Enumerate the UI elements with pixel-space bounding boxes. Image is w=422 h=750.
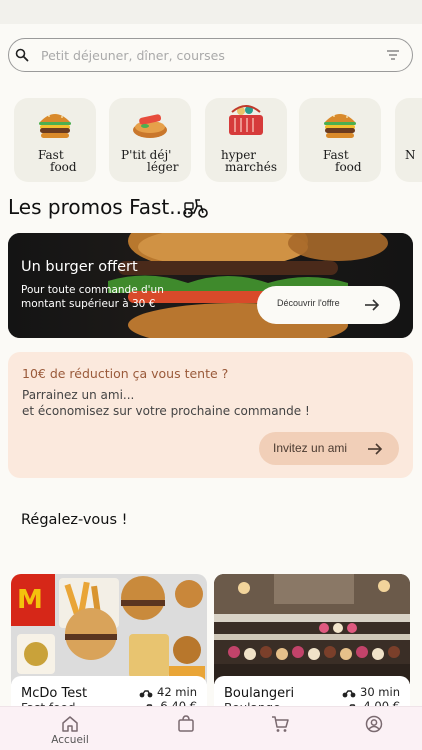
category-partial[interactable]: N (395, 98, 422, 182)
banner-description: Pour toute commande d'un montant supérie… (21, 284, 164, 310)
bottom-navigation: Accueil (0, 706, 422, 750)
restaurant-name: Boulangeri (224, 686, 295, 701)
discover-offer-label: Découvrir l'offre (277, 298, 340, 308)
referral-line2: et économisez sur votre prochaine comman… (22, 404, 310, 418)
discover-offer-button[interactable]: Découvrir l'offre (257, 286, 400, 324)
breakfast-icon (133, 114, 167, 138)
restaurant-name: McDo Test (21, 686, 88, 701)
promo-banner[interactable]: Un burger offert Pour toute commande d'u… (8, 233, 413, 338)
restaurant-card-mcdo[interactable]: M McDo Test Fast food 42 min 6.40 € (11, 574, 207, 724)
restaurant-photo: M (11, 574, 207, 684)
home-icon (62, 716, 78, 732)
referral-heading: 10€ de réduction ça vous tente ? (22, 366, 229, 381)
nav-profile[interactable] (339, 707, 409, 750)
arrow-right-icon (365, 299, 380, 311)
basket-icon (229, 105, 263, 135)
svg-text:M: M (17, 585, 43, 615)
delivery-time: 42 min (139, 685, 197, 699)
delivery-time-value: 30 min (360, 685, 400, 699)
bag-icon (178, 715, 194, 732)
motorbike-icon (139, 690, 153, 698)
scooter-icon (183, 199, 208, 218)
delivery-time-value: 42 min (157, 685, 197, 699)
delivery-time: 30 min (342, 685, 400, 699)
restaurant-card-boulangerie[interactable]: Boulangeri Boulange 30 min 4.00 € (214, 574, 410, 724)
nav-orders[interactable] (151, 707, 221, 750)
category-label-line2: marchés (225, 160, 277, 174)
nav-home[interactable]: Accueil (35, 707, 105, 750)
burger-icon (324, 112, 356, 138)
search-icon (15, 48, 29, 62)
motorbike-icon (342, 690, 356, 698)
referral-line1: Parrainez un ami... (22, 388, 135, 402)
category-label-line2: food (335, 160, 362, 174)
category-hypermarches[interactable]: hyper marchés (205, 98, 287, 182)
restaurant-photo (214, 574, 410, 684)
invite-friend-button[interactable]: Invitez un ami (259, 432, 399, 465)
nav-cart[interactable] (245, 707, 315, 750)
search-input[interactable] (41, 45, 371, 65)
arrow-right-icon (368, 443, 383, 455)
category-fast-food-2[interactable]: Fast food (299, 98, 381, 182)
banner-title: Un burger offert (21, 259, 138, 275)
section-title: Régalez-vous ! (21, 512, 128, 528)
category-label-line1: N (405, 148, 416, 162)
category-ptit-dej[interactable]: P'tit déj' léger (109, 98, 191, 182)
category-label-line2: léger (147, 160, 179, 174)
category-label-line2: food (50, 160, 77, 174)
referral-card: 10€ de réduction ça vous tente ? Parrain… (8, 352, 413, 478)
nav-home-label: Accueil (51, 734, 89, 746)
search-bar[interactable] (8, 38, 413, 72)
cart-icon (272, 716, 289, 732)
burger-icon (39, 112, 71, 138)
invite-friend-label: Invitez un ami (273, 441, 348, 455)
promos-title: Les promos Fast... (8, 195, 189, 219)
user-icon (365, 715, 383, 733)
status-bar (0, 0, 422, 24)
category-fast-food[interactable]: Fast food (14, 98, 96, 182)
filter-icon[interactable] (386, 50, 400, 60)
category-carousel[interactable]: Fast food P'tit déj' léger hyper marchés (0, 96, 422, 184)
